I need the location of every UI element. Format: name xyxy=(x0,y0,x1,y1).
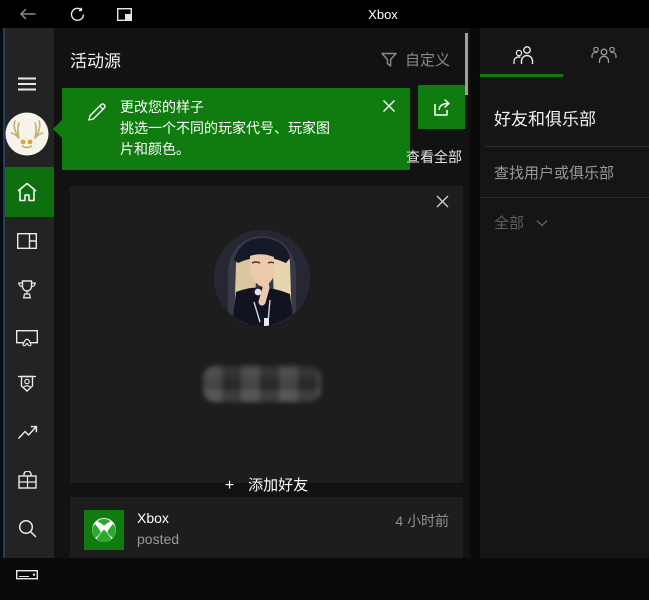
capture-icon xyxy=(16,330,38,347)
sidebar xyxy=(0,28,54,558)
sidebar-item-home[interactable] xyxy=(0,167,54,217)
activity-feed-panel: 活动源 自定义 更改您的样子 挑选一个不同的玩家代号、玩家图片和颜色。 查看全部 xyxy=(54,28,470,558)
filter-dropdown[interactable]: 全部 xyxy=(494,212,548,233)
sidebar-item-my-games[interactable] xyxy=(0,217,54,265)
feed-author: Xbox xyxy=(137,510,169,526)
suggested-friend-photo xyxy=(214,230,310,326)
filter-dropdown-label: 全部 xyxy=(494,212,524,233)
share-button[interactable] xyxy=(418,85,465,129)
banner-body: 挑选一个不同的玩家代号、玩家图片和颜色。 xyxy=(120,118,338,160)
add-friend-label: 添加好友 xyxy=(248,477,308,494)
back-button[interactable] xyxy=(16,5,38,24)
avatar-badge-icon xyxy=(17,374,37,394)
sidebar-item-trending[interactable] xyxy=(0,408,54,456)
add-friend-button[interactable]: + 添加好友 xyxy=(70,474,463,495)
customize-label: 自定义 xyxy=(405,49,450,70)
customize-button[interactable]: 自定义 xyxy=(381,49,450,70)
divider xyxy=(480,197,649,198)
blurred-gamertag xyxy=(203,366,321,402)
view-all-link[interactable]: 查看全部 xyxy=(406,147,462,167)
sidebar-item-captures[interactable] xyxy=(0,314,54,362)
clubs-icon xyxy=(591,46,617,64)
refresh-button[interactable] xyxy=(66,5,88,24)
share-icon xyxy=(431,97,453,117)
feed-action: posted xyxy=(137,531,179,547)
chevron-down-icon xyxy=(536,219,548,227)
refresh-icon xyxy=(70,7,85,22)
compact-view-icon xyxy=(117,8,132,21)
achievements-icon xyxy=(17,280,37,299)
search-users-input[interactable] xyxy=(494,161,642,185)
compact-view-button[interactable] xyxy=(113,5,135,24)
change-style-banner: 更改您的样子 挑选一个不同的玩家代号、玩家图片和颜色。 xyxy=(62,88,410,170)
titlebar: Xbox xyxy=(0,0,649,28)
banner-title: 更改您的样子 xyxy=(120,97,204,117)
avatar xyxy=(5,112,49,156)
scrollbar-thumb[interactable] xyxy=(465,33,468,95)
card-close-button[interactable] xyxy=(436,195,449,208)
divider xyxy=(485,146,649,147)
xbox-logo xyxy=(84,510,124,550)
banner-close-button[interactable] xyxy=(382,99,396,113)
sidebar-item-search[interactable] xyxy=(0,504,54,552)
tab-friends[interactable] xyxy=(484,38,564,72)
window-title: Xbox xyxy=(333,7,433,22)
friends-panel: 好友和俱乐部 全部 xyxy=(480,28,649,558)
my-games-icon xyxy=(17,233,37,249)
friends-panel-title: 好友和俱乐部 xyxy=(494,105,596,130)
store-icon xyxy=(18,471,37,489)
back-icon xyxy=(19,8,36,20)
filter-icon xyxy=(381,52,397,67)
search-icon xyxy=(18,519,37,538)
trending-icon xyxy=(17,425,38,440)
page-title: 活动源 xyxy=(70,47,121,72)
pencil-icon xyxy=(86,101,108,123)
window-edge xyxy=(0,28,5,558)
plus-icon: + xyxy=(225,477,234,495)
sidebar-item-avatar-editor[interactable] xyxy=(0,360,54,408)
sidebar-item-console[interactable] xyxy=(0,552,54,600)
console-icon xyxy=(16,570,38,582)
home-icon xyxy=(16,182,38,202)
active-tab-indicator xyxy=(480,74,563,77)
friend-suggestion-card: +添加好友 xyxy=(70,186,463,483)
friends-icon xyxy=(512,45,536,65)
menu-icon xyxy=(17,77,37,91)
profile-avatar[interactable] xyxy=(0,110,54,158)
tab-clubs[interactable] xyxy=(564,38,644,72)
feed-timestamp: 4 小时前 xyxy=(395,511,449,531)
feed-post[interactable]: Xbox posted 4 小时前 xyxy=(70,497,463,558)
menu-button[interactable] xyxy=(0,60,54,108)
sidebar-item-store[interactable] xyxy=(0,456,54,504)
sidebar-item-achievements[interactable] xyxy=(0,265,54,313)
